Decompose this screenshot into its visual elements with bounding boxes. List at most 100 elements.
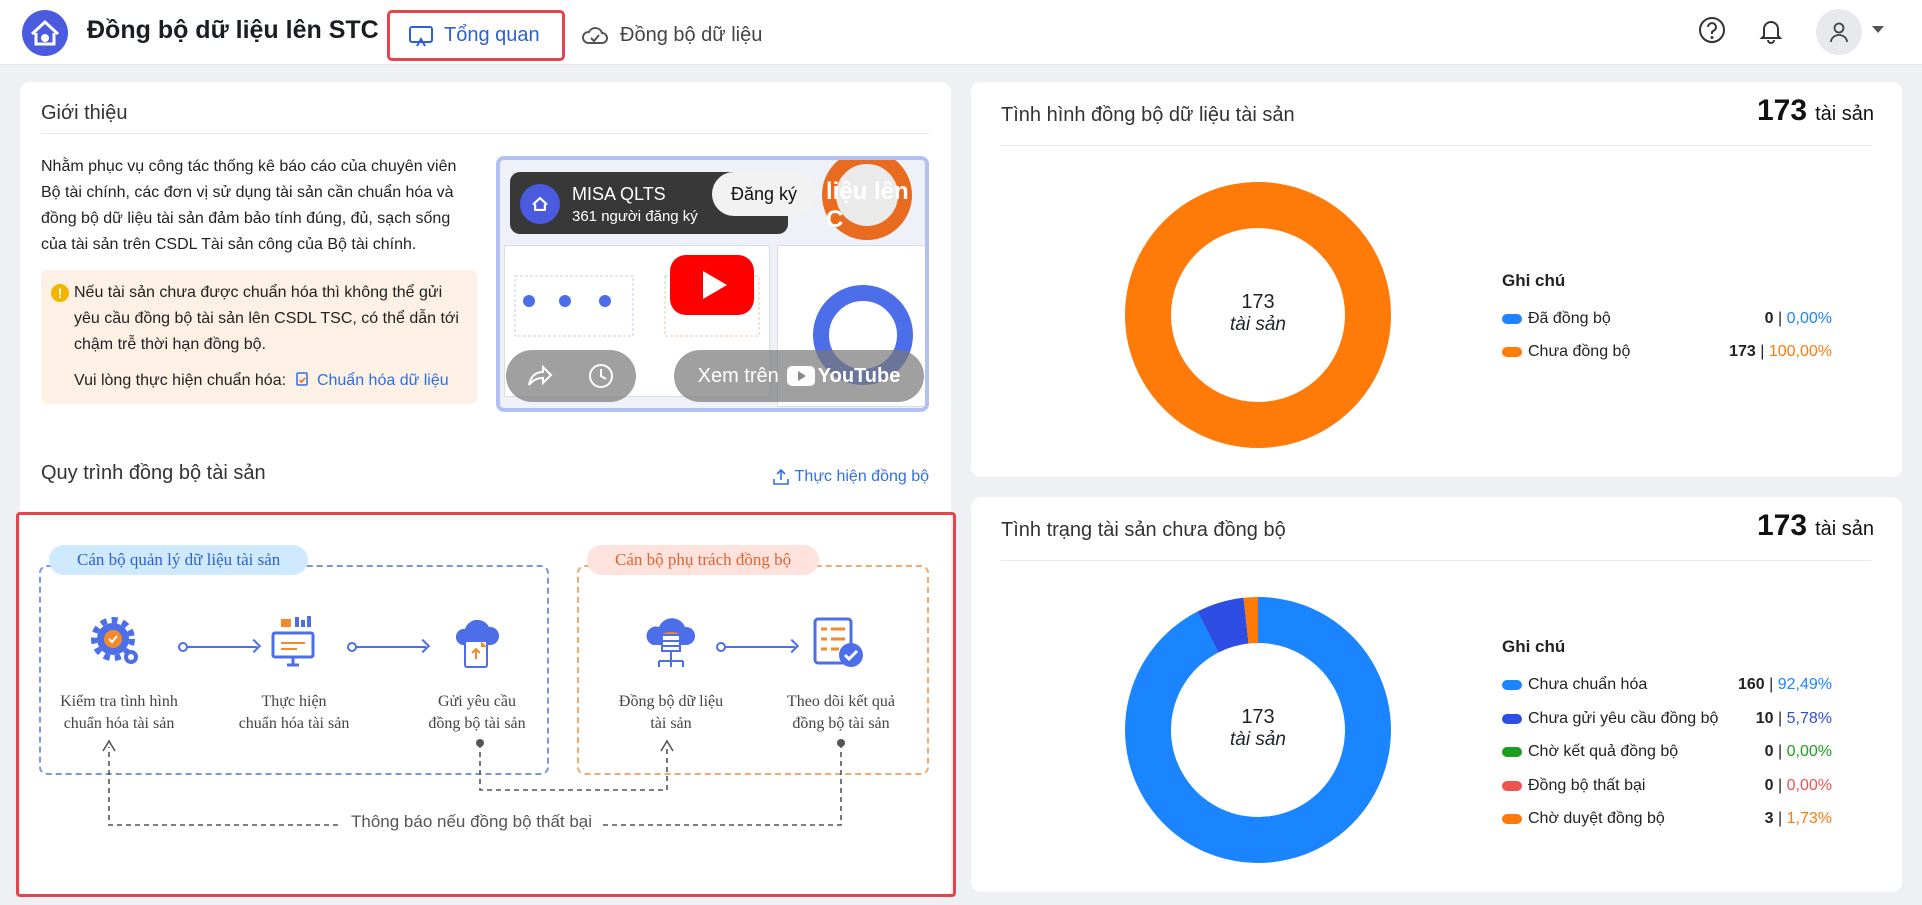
unsynced-status-total: 173 tài sản xyxy=(1757,509,1874,543)
donut-center-label: 173 tài sản xyxy=(1158,291,1358,336)
warning-line: chậm trễ thời hạn đồng bộ. xyxy=(74,336,266,353)
legend-count: 10 xyxy=(1755,709,1774,727)
channel-name[interactable]: MISA QLTS xyxy=(572,184,666,205)
legend-separator: | xyxy=(1773,776,1787,794)
tab-overview[interactable]: Tổng quan xyxy=(387,10,565,61)
legend-value: 0 | 0,00% xyxy=(1765,310,1832,328)
warning-action-text: Vui lòng thực hiện chuẩn hóa: xyxy=(74,372,287,389)
intro-line: đồng bộ dữ liệu tài sản đảm bảo tính đún… xyxy=(41,210,451,227)
share-icon[interactable] xyxy=(524,361,554,391)
tab-sync-data[interactable]: Đồng bộ dữ liệu xyxy=(580,10,762,61)
sync-status-title: Tình hình đồng bộ dữ liệu tài sản xyxy=(1001,104,1295,126)
unsynced-status-card: Tình trạng tài sản chưa đồng bộ 173 tài s… xyxy=(971,497,1902,892)
legend-label: Chưa gửi yêu cầu đồng bộ xyxy=(1528,709,1719,727)
legend-item: Chờ kết quả đồng bộ 0 | 0,00% xyxy=(1502,741,1832,763)
intro-line: của tài sản trên CSDL Tài sản công của B… xyxy=(41,236,417,253)
youtube-logo-icon: YouTube xyxy=(786,364,901,388)
unsynced-status-total-number: 173 xyxy=(1757,509,1808,542)
legend-item: Đã đồng bộ 0 | 0,00% xyxy=(1502,308,1832,330)
tab-overview-label: Tổng quan xyxy=(444,24,540,46)
legend-swatch xyxy=(1502,314,1522,324)
app-header: Đồng bộ dữ liệu lên STC Tổng quan Đồng b… xyxy=(0,0,1922,65)
watch-later-icon[interactable] xyxy=(586,361,616,391)
sync-status-total-unit: tài sản xyxy=(1815,103,1874,125)
legend-separator: | xyxy=(1764,676,1778,693)
cloud-sync-icon xyxy=(582,26,608,44)
youtube-video-embed[interactable]: liệu lên C MISA QLTS 361 người đăng ký Đ… xyxy=(496,156,929,412)
process-diagram: Cán bộ quản lý dữ liệu tài sản Cán bộ ph… xyxy=(16,512,956,897)
watch-on-youtube-button[interactable]: Xem trên YouTube xyxy=(674,350,924,402)
legend-count: 3 xyxy=(1764,810,1774,827)
legend-count: 0 xyxy=(1764,310,1774,327)
legend-label: Chờ kết quả đồng bộ xyxy=(1528,743,1679,760)
divider xyxy=(1001,145,1871,146)
sync-status-total: 173 tài sản xyxy=(1757,94,1874,128)
legend-percent: 0,00% xyxy=(1786,310,1832,327)
legend-label: Chưa đồng bộ xyxy=(1528,343,1631,360)
avatar[interactable] xyxy=(1816,9,1862,55)
watch-label: Xem trên xyxy=(697,364,779,387)
intro-title: Giới thiệu xyxy=(41,102,128,124)
legend-item: Chưa đồng bộ 173 | 100,00% xyxy=(1502,341,1832,363)
sync-status-total-number: 173 xyxy=(1757,94,1808,127)
intro-line: Bộ tài chính, các đơn vị sử dụng tài sản… xyxy=(41,184,454,201)
intro-card: Giới thiệu Nhằm phục vụ công tác thống k… xyxy=(16,82,956,898)
warning-action: Vui lòng thực hiện chuẩn hóa: Chuẩn hóa … xyxy=(74,368,463,394)
standardize-icon[interactable] xyxy=(294,371,310,387)
warning-icon: ! xyxy=(51,284,69,302)
subscribe-button[interactable]: Đăng ký xyxy=(712,172,816,216)
legend-item: Chờ duyệt đồng bộ 3 | 1,73% xyxy=(1502,808,1832,830)
account-menu-caret-icon[interactable] xyxy=(1872,26,1884,33)
legend-separator: | xyxy=(1773,743,1787,760)
legend-title: Ghi chú xyxy=(1502,271,1566,290)
legend-swatch xyxy=(1502,814,1522,824)
legend-count: 173 xyxy=(1729,343,1756,360)
play-icon[interactable] xyxy=(670,255,754,315)
legend-swatch xyxy=(1502,680,1522,690)
legend-label: Chưa chuẩn hóa xyxy=(1528,676,1648,693)
video-controls xyxy=(506,350,636,402)
legend-swatch xyxy=(1502,747,1522,757)
legend-percent: 0,00% xyxy=(1786,743,1832,760)
legend-separator: | xyxy=(1755,343,1769,360)
legend-item: Đồng bộ thất bại 0 | 0,00% xyxy=(1502,775,1832,797)
perform-sync-link[interactable]: Thực hiện đồng bộ xyxy=(771,467,929,487)
donut-center-unit: tài sản xyxy=(1230,314,1286,335)
donut-center-label: 173 tài sản xyxy=(1158,706,1358,751)
legend-swatch xyxy=(1502,347,1522,357)
app-logo-icon[interactable] xyxy=(21,9,69,57)
app-title: Đồng bộ dữ liệu lên STC xyxy=(87,16,379,44)
legend-item: Chưa gửi yêu cầu đồng bộ 10 | 5,78% xyxy=(1502,708,1832,730)
legend-percent: 100,00% xyxy=(1768,343,1832,360)
user-icon xyxy=(1830,22,1848,43)
legend-value: 0 | 0,00% xyxy=(1765,777,1832,795)
donut-center-unit: tài sản xyxy=(1230,729,1286,750)
legend-label: Đồng bộ thất bại xyxy=(1528,776,1646,794)
legend-value: 173 | 100,00% xyxy=(1729,343,1832,361)
channel-logo-icon[interactable] xyxy=(520,184,560,224)
divider xyxy=(41,133,929,134)
bell-icon[interactable] xyxy=(1756,15,1786,45)
legend-separator: | xyxy=(1773,810,1787,827)
warning-line: Nếu tài sản chưa được chuẩn hóa thì khôn… xyxy=(74,284,443,301)
youtube-brand: YouTube xyxy=(817,364,901,387)
help-icon[interactable] xyxy=(1697,15,1727,45)
perform-sync-label: Thực hiện đồng bộ xyxy=(794,468,929,485)
divider xyxy=(1001,560,1871,561)
legend-percent: 92,49% xyxy=(1777,676,1832,693)
sync-status-card: Tình hình đồng bộ dữ liệu tài sản 173 tài… xyxy=(971,82,1902,477)
legend-count: 160 xyxy=(1737,676,1765,693)
legend-percent: 5,78% xyxy=(1786,709,1832,727)
legend-swatch xyxy=(1502,780,1522,791)
legend-count: 0 xyxy=(1764,776,1774,794)
standardize-data-link[interactable]: Chuẩn hóa dữ liệu xyxy=(317,372,449,389)
legend-separator: | xyxy=(1773,310,1787,327)
legend-value: 160 | 92,49% xyxy=(1738,676,1832,694)
video-title-fragment: liệu lên C xyxy=(826,178,909,233)
monitor-icon xyxy=(409,25,433,46)
intro-line: Nhằm phục vụ công tác thống kê báo cáo c… xyxy=(41,158,457,175)
warning-line: yêu cầu đồng bộ tài sản lên CSDL TSC, có… xyxy=(74,310,459,327)
fail-notification-label: Thông báo nếu đồng bộ thất bại xyxy=(341,812,603,832)
feedback-connectors xyxy=(102,739,845,826)
legend-value: 3 | 1,73% xyxy=(1765,810,1832,828)
